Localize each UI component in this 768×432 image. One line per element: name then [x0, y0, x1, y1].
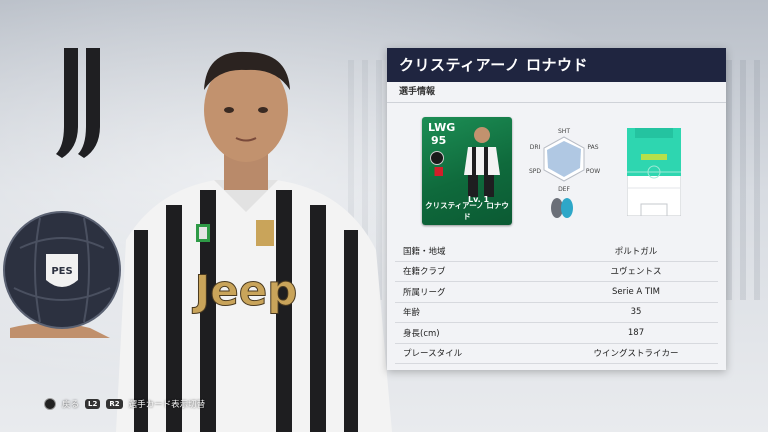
info-key-playstyle: プレースタイル — [395, 343, 554, 364]
radar-label-dri: DRI — [530, 144, 541, 151]
player-info-panel: クリスティアーノ ロナウド 選手情報 LWG 95 Lv. 1 クリスティアーノ… — [387, 48, 726, 370]
card-player-figure — [464, 127, 500, 197]
position-pitch-map — [627, 128, 681, 216]
panel-subtitle: 選手情報 — [387, 82, 726, 103]
card-player-name: クリスティアーノ ロナウド — [425, 201, 509, 221]
player-portrait: Jeep — [116, 51, 392, 432]
info-value-age: 35 — [554, 302, 718, 323]
stats-radar: SHT PAS POW DEF SPD DRI — [529, 128, 600, 193]
r2-button-icon[interactable]: R2 — [106, 399, 123, 409]
circle-button-icon[interactable] — [44, 398, 56, 410]
svg-text:PES: PES — [51, 266, 72, 277]
radar-label-sht: SHT — [558, 128, 570, 135]
panel-title: クリスティアーノ ロナウド — [387, 48, 726, 82]
info-key-league: 所属リーグ — [395, 281, 554, 303]
pes-ball: PES — [3, 211, 121, 338]
table-row: 所属リーグ Serie A TIM — [395, 281, 718, 303]
player-card[interactable]: LWG 95 Lv. 1 クリスティアーノ ロナウド — [422, 117, 512, 225]
info-value-height: 187 — [554, 322, 718, 344]
l2-button-icon[interactable]: L2 — [85, 399, 101, 409]
card-rating: 95 — [431, 134, 447, 147]
table-row: 国籍・地域 ポルトガル — [395, 241, 718, 262]
club-emblem-icon — [430, 151, 444, 165]
info-key-height: 身長(cm) — [395, 322, 554, 344]
info-value-playstyle: ウイングストライカー — [554, 343, 718, 364]
card-position: LWG — [428, 121, 456, 134]
footedness-icon — [551, 198, 573, 218]
radar-label-pow: POW — [586, 168, 600, 175]
table-row: 年齢 35 — [395, 302, 718, 323]
player-info-table: 国籍・地域 ポルトガル 在籍クラブ ユヴェントス 所属リーグ Serie A T… — [395, 241, 718, 364]
svg-text:Jeep: Jeep — [192, 266, 298, 315]
info-value-nationality: ポルトガル — [554, 241, 718, 262]
button-prompt-bar: 戻る L2 R2 選手カード表示切替 — [44, 396, 205, 412]
portugal-flag-icon — [429, 167, 443, 176]
radar-label-spd: SPD — [529, 168, 541, 175]
radar-label-def: DEF — [558, 186, 570, 193]
info-value-club: ユヴェントス — [554, 261, 718, 282]
info-key-club: 在籍クラブ — [395, 261, 554, 282]
back-label[interactable]: 戻る — [62, 398, 79, 410]
table-row: 在籍クラブ ユヴェントス — [395, 261, 718, 282]
info-key-age: 年齢 — [395, 302, 554, 323]
info-key-nationality: 国籍・地域 — [395, 241, 554, 262]
table-row: 身長(cm) 187 — [395, 322, 718, 344]
info-value-league: Serie A TIM — [554, 281, 718, 303]
radar-label-pas: PAS — [587, 144, 598, 151]
table-row: プレースタイル ウイングストライカー — [395, 343, 718, 364]
card-display-switch-label[interactable]: 選手カード表示切替 — [129, 398, 206, 410]
